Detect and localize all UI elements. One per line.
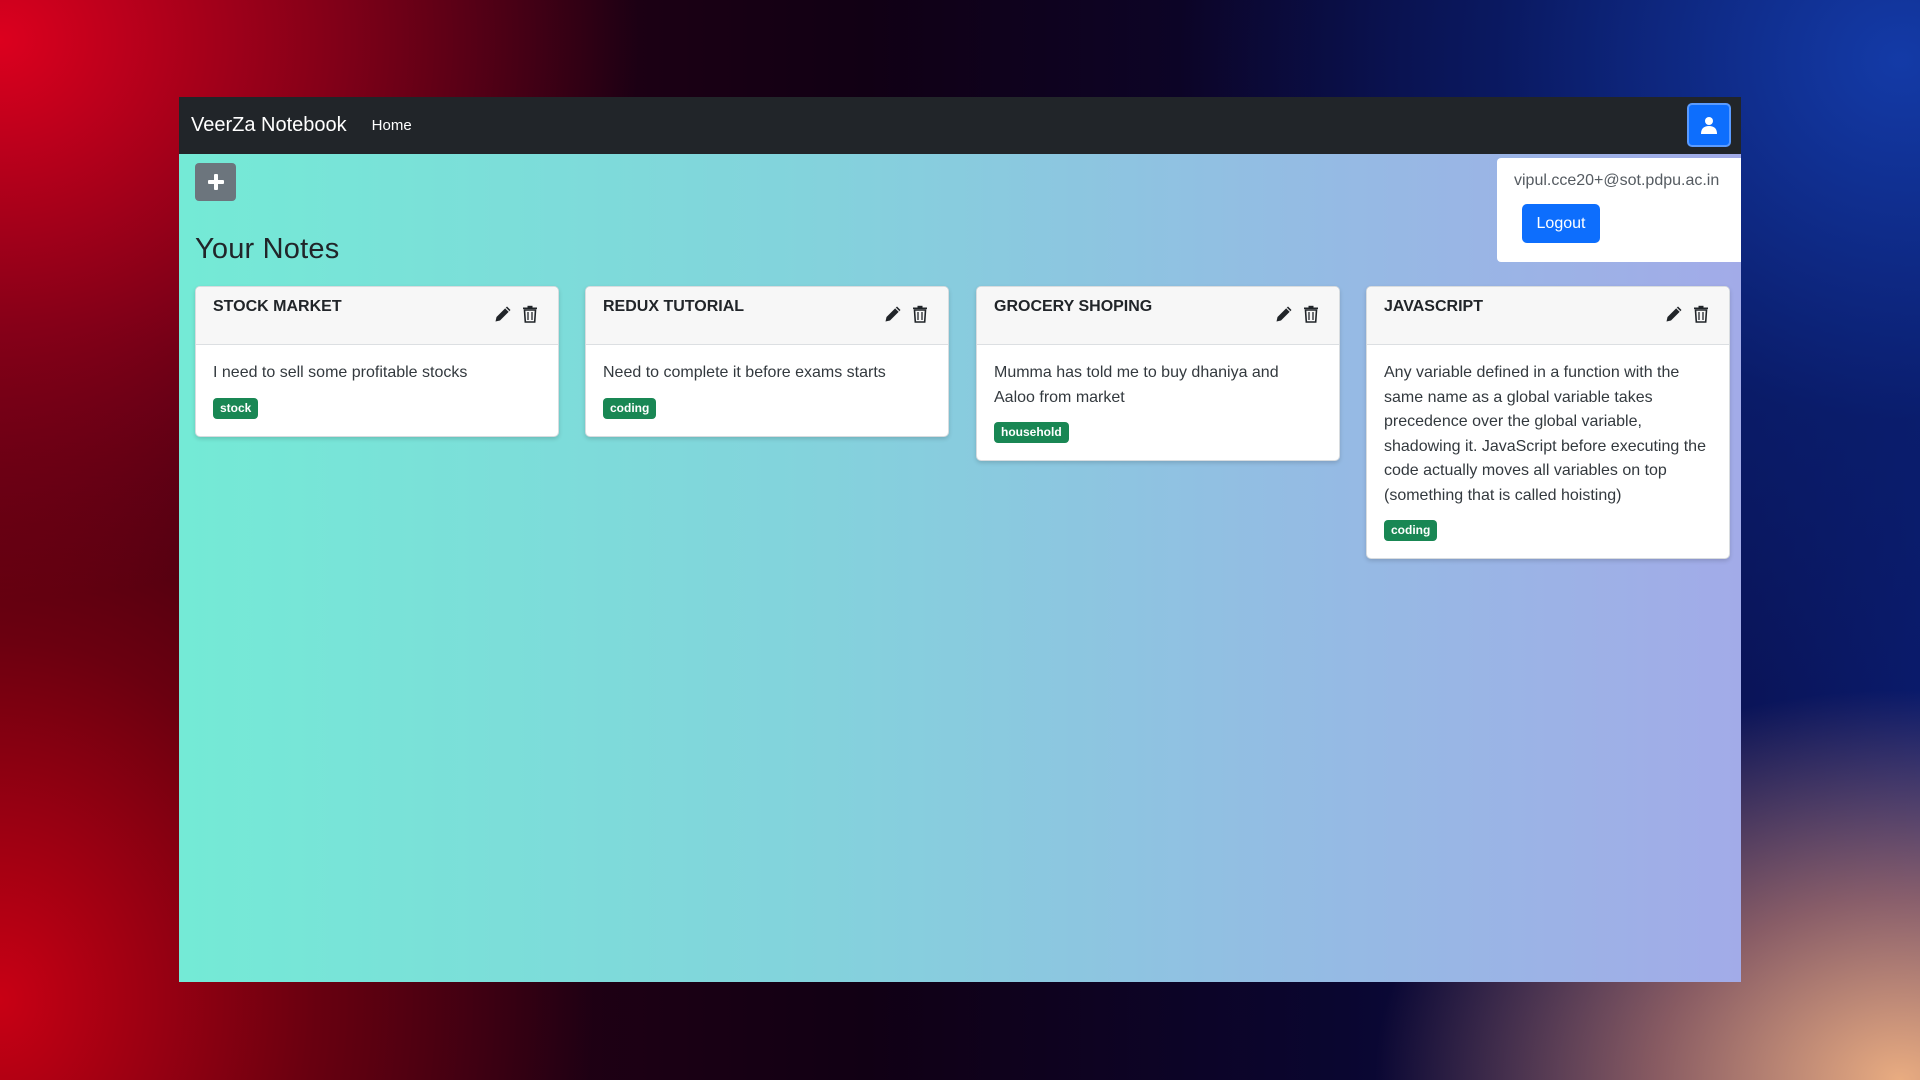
nav-home-link[interactable]: Home [372, 117, 412, 134]
note-description: Mumma has told me to buy dhaniya and Aal… [994, 364, 1279, 406]
note-card-header: JAVASCRIPT [1367, 287, 1729, 345]
trash-icon[interactable] [912, 305, 930, 323]
note-title: JAVASCRIPT [1384, 298, 1483, 315]
note-description: Any variable defined in a function with … [1384, 364, 1706, 504]
note-card-header: REDUX TUTORIAL [586, 287, 948, 345]
note-tag-badge: coding [1384, 520, 1438, 541]
note-actions [1665, 305, 1711, 323]
user-dropdown-menu: vipul.cce20+@sot.pdpu.ac.in Logout [1497, 158, 1741, 262]
pencil-icon[interactable] [1665, 305, 1683, 323]
note-card: REDUX TUTORIAL Need to complete it befor… [585, 286, 949, 437]
trash-icon[interactable] [1303, 305, 1321, 323]
note-card-body: I need to sell some profitable stocks st… [196, 345, 558, 436]
note-actions [884, 305, 930, 323]
brand-link[interactable]: VeerZa Notebook [191, 114, 347, 137]
note-card-body: Need to complete it before exams starts … [586, 345, 948, 436]
note-tag-badge: stock [213, 397, 259, 419]
plus-icon [207, 174, 224, 190]
note-tag-badge: coding [603, 397, 657, 419]
note-actions [1275, 305, 1321, 323]
pencil-icon[interactable] [494, 305, 512, 323]
page-title: Your Notes [195, 233, 340, 265]
user-icon [1701, 116, 1717, 134]
note-title: GROCERY SHOPING [994, 298, 1153, 315]
trash-icon[interactable] [522, 305, 540, 323]
note-description: I need to sell some profitable stocks [213, 364, 468, 381]
note-card-body: Any variable defined in a function with … [1367, 345, 1729, 558]
note-description: Need to complete it before exams starts [603, 364, 886, 381]
note-card-header: GROCERY SHOPING [977, 287, 1339, 345]
pencil-icon[interactable] [884, 305, 902, 323]
note-card: GROCERY SHOPING Mumma has told me to buy… [976, 286, 1340, 461]
note-tag-badge: household [994, 422, 1069, 443]
note-card: JAVASCRIPT Any variable defined in a fun… [1366, 286, 1730, 559]
note-title: STOCK MARKET [213, 298, 342, 315]
navbar: VeerZa Notebook Home [179, 97, 1741, 154]
note-card: STOCK MARKET I need to sell some profita… [195, 286, 559, 437]
note-title: REDUX TUTORIAL [603, 298, 745, 315]
user-menu-button[interactable] [1687, 103, 1731, 147]
logout-button[interactable]: Logout [1522, 204, 1600, 243]
trash-icon[interactable] [1693, 305, 1711, 323]
pencil-icon[interactable] [1275, 305, 1293, 323]
note-actions [494, 305, 540, 323]
note-card-header: STOCK MARKET [196, 287, 558, 345]
note-card-body: Mumma has told me to buy dhaniya and Aal… [977, 345, 1339, 460]
app-window: VeerZa Notebook Home vipul.cce20+@sot.pd… [179, 97, 1741, 982]
user-email: vipul.cce20+@sot.pdpu.ac.in [1514, 172, 1720, 189]
add-note-button[interactable] [195, 163, 236, 201]
